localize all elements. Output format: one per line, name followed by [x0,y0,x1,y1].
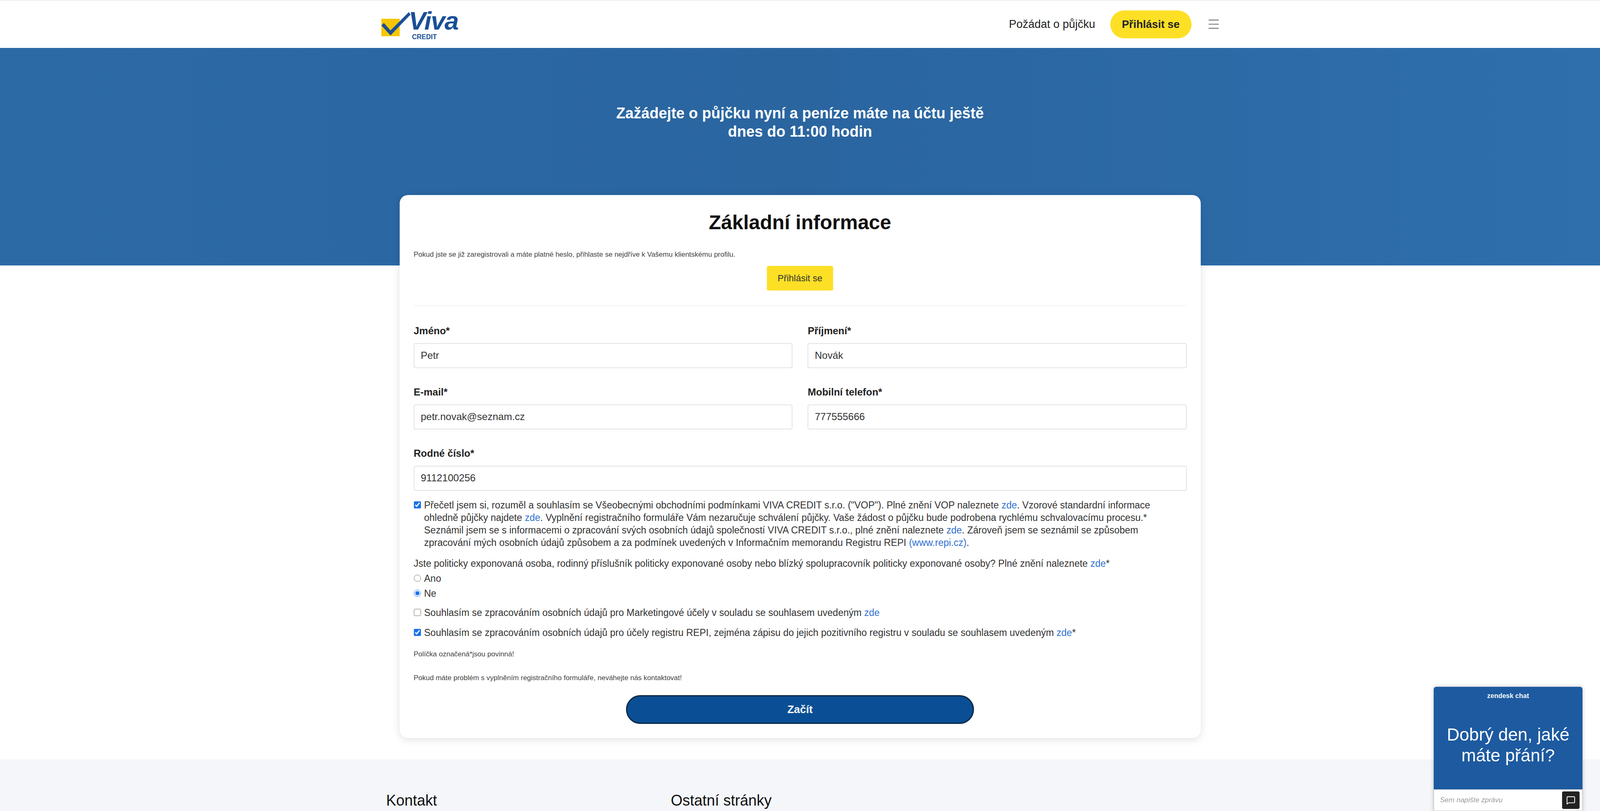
link[interactable]: zde [1001,499,1017,511]
field: E-mail* petr.novak@seznam.cz [413,384,793,430]
text: Seznámil jsem se s informacemi o zpracov… [424,524,947,536]
field-input[interactable]: Petr [413,343,793,369]
link[interactable]: zde [946,524,962,536]
checkbox[interactable] [413,628,421,636]
hero-title: Zažádejte o půjčku nyní a peníze máte na… [0,104,1600,141]
note: Pokud máte problém s vyplněním registrač… [413,672,1187,684]
chat-greeting: Dobrý den, jaké máte přání? [1433,701,1583,790]
text: . Vyplnění registračního formuláře Vám n… [540,512,1147,524]
field-label: Rodné číslo* [413,445,1187,461]
text: . [966,537,970,549]
terms-paragraph: Seznámil jsem se s informacemi o zpracov… [424,523,1187,549]
chat-options-icon[interactable] [1562,791,1580,809]
terms-consent: Přečetl jsem si, rozuměl a souhlasím se … [413,498,1187,549]
text: * [1105,558,1110,569]
field-input[interactable]: petr.novak@seznam.cz [413,404,793,430]
header-login-button[interactable]: Přihlásit se [1110,10,1192,39]
notes: Políčka označená*jsou povinná! Pokud máte… [413,648,1187,684]
form-title: Základní informace [413,210,1187,236]
text: Jste politicky exponovaná osoba, rodinný… [413,558,1091,569]
form-login-button[interactable]: Přihlásit se [766,265,834,291]
field-label: E-mail* [413,384,793,400]
logo-name: Viva [408,7,459,34]
footer-heading: Ostatní stránky [671,789,956,811]
pep-option[interactable]: Ne [413,587,1187,600]
field: Jméno* Petr [413,323,793,369]
field-input[interactable]: 777555666 [807,404,1187,430]
field-label: Příjmení* [807,323,1187,339]
checkbox[interactable] [413,608,421,616]
field-row: Rodné číslo* 9112100256 [413,445,1187,491]
consent: Souhlasím se zpracováním osobních údajů … [413,606,1187,619]
field-row: Jméno* Petr Příjmení* Novák [413,323,1187,369]
nav: Požádat o půjčku Přihlásit se [1009,10,1221,39]
field-label: Mobilní telefon* [807,384,1187,400]
field-row: E-mail* petr.novak@seznam.cz Mobilní telef… [413,384,1187,430]
logo-check-icon [379,10,412,38]
link[interactable]: zde [524,512,541,524]
nav-link[interactable]: Požádat o půjčku [1009,15,1096,33]
checkbox[interactable] [413,501,421,509]
radio[interactable] [413,574,421,582]
field-input[interactable]: 9112100256 [413,465,1187,491]
footer-heading: Kontakt [386,789,672,811]
link[interactable]: (www.repi.cz) [908,537,967,549]
link[interactable]: zde [1056,627,1072,639]
page: VivaCREDIT Požádat o půjčku Přihlásit se Za… [0,0,1600,811]
text: Přečetl jsem si, rozuměl a souhlasím se … [424,499,1002,511]
note: Políčka označená*jsou povinná! [413,648,1187,660]
field: Rodné číslo* 9112100256 [413,445,1187,491]
chat-brand: zendesk chat [1433,686,1583,702]
field-label: Jméno* [413,323,793,339]
pep: Jste politicky exponovaná osoba, rodinný… [413,557,1187,600]
text: * [1071,627,1076,639]
terms-paragraph: Přečetl jsem si, rozuměl a souhlasím se … [424,498,1187,524]
chat-widget[interactable]: zendesk chatDobrý den, jaké máte přání? S… [1433,686,1583,811]
fields: Jméno* Petr Příjmení* Novák E-mail* petr.nova… [413,323,1187,491]
menu-icon[interactable] [1206,17,1221,32]
form-card: Základní informace Pokud jste se již zare… [399,195,1201,739]
consents: Souhlasím se zpracováním osobních údajů … [413,606,1187,639]
chat-placeholder: Sem napište zprávu [1439,794,1503,806]
submit-button[interactable]: Začít [625,695,975,724]
login-hint: Pokud jste se již zaregistrovali a máte … [413,249,1187,261]
text: Souhlasím se zpracováním osobních údajů … [424,607,865,619]
chat-input[interactable]: Sem napište zprávu [1433,789,1583,811]
header: VivaCREDIT Požádat o půjčku Přihlásit se [0,0,1600,48]
pep-option[interactable]: Ano [413,572,1187,585]
footer: KontaktOstatní stránky [0,759,1600,811]
link[interactable]: zde [1090,558,1106,569]
field: Mobilní telefon* 777555666 [807,384,1187,430]
divider [413,305,1187,306]
logo[interactable]: VivaCREDIT [379,7,459,41]
link[interactable]: zde [864,607,880,619]
pep-question: Jste politicky exponovaná osoba, rodinný… [413,557,1187,570]
field: Příjmení* Novák [807,323,1187,369]
text: Souhlasím se zpracováním osobních údajů … [424,627,1057,639]
consent: Souhlasím se zpracováním osobních údajů … [413,626,1187,639]
logo-sub: CREDIT [412,33,459,41]
radio[interactable] [413,589,421,597]
field-input[interactable]: Novák [807,343,1187,369]
